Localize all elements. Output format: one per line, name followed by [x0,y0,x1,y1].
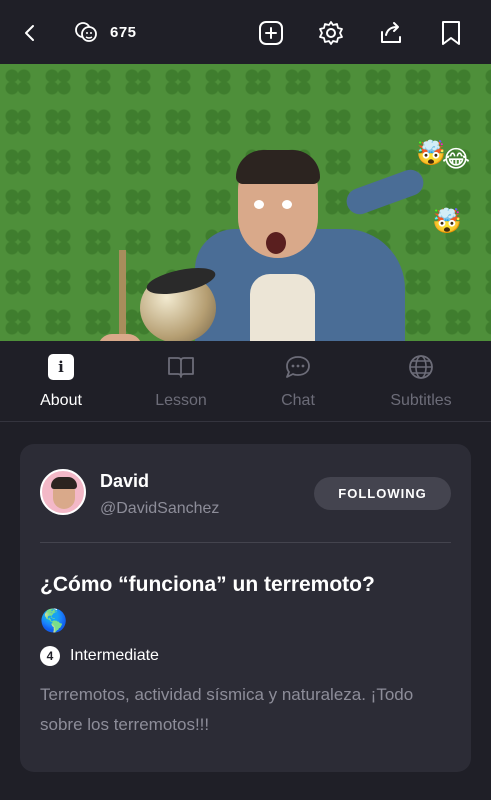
add-icon[interactable] [255,17,287,49]
back-icon[interactable] [14,17,46,49]
lesson-description: Terremotos, actividad sísmica y naturale… [40,685,414,734]
video-person-hair [236,150,320,184]
lesson-title: ¿Cómo “funciona” un terremoto? [40,573,375,596]
tab-about[interactable]: i About [0,341,122,421]
author-name[interactable]: David [100,471,149,492]
tab-chat[interactable]: Chat [237,341,359,421]
globe-emoji: 🌎 [40,608,68,633]
lesson-info-card: David @DavidSanchez FOLLOWING ¿Cómo “fun… [20,444,471,772]
viewer-count: 675 [110,24,137,41]
video-player[interactable]: 🤯 😂 🤯 [0,64,491,341]
tab-subtitles[interactable]: Subtitles [360,341,482,421]
bookmark-icon[interactable] [435,17,467,49]
level-badge: 4 [40,646,60,666]
reaction-emoji: 🤯 [432,208,462,235]
tab-lesson[interactable]: Lesson [120,341,242,421]
tab-label: Subtitles [390,392,452,409]
video-person-eye [254,200,264,209]
video-person-hand [98,334,142,341]
tab-bar: i About Lesson Chat Subtitles [0,341,491,422]
chat-icon [284,353,312,381]
viewers-icon [70,17,102,49]
level-label: Intermediate [70,647,159,664]
avatar-hair [51,477,77,489]
author-handle[interactable]: @DavidSanchez [100,500,219,518]
avatar[interactable] [40,469,86,515]
reaction-emoji: 😂 [442,146,471,173]
book-icon [167,353,195,381]
globe-icon [407,353,435,381]
tab-label: Chat [281,392,315,409]
video-pole [119,250,126,341]
following-button[interactable]: FOLLOWING [314,477,451,510]
top-bar: 675 [0,0,491,64]
settings-icon[interactable] [315,17,347,49]
video-person-shirt [250,274,315,341]
divider [40,542,451,543]
video-person-arm [342,166,428,218]
video-person-mouth [266,232,286,254]
video-person-eye [282,200,292,209]
level-row: 4 Intermediate [40,644,159,668]
share-icon[interactable] [375,17,407,49]
info-icon: i [47,353,75,381]
tab-label: About [40,392,82,409]
tab-label: Lesson [155,392,207,409]
